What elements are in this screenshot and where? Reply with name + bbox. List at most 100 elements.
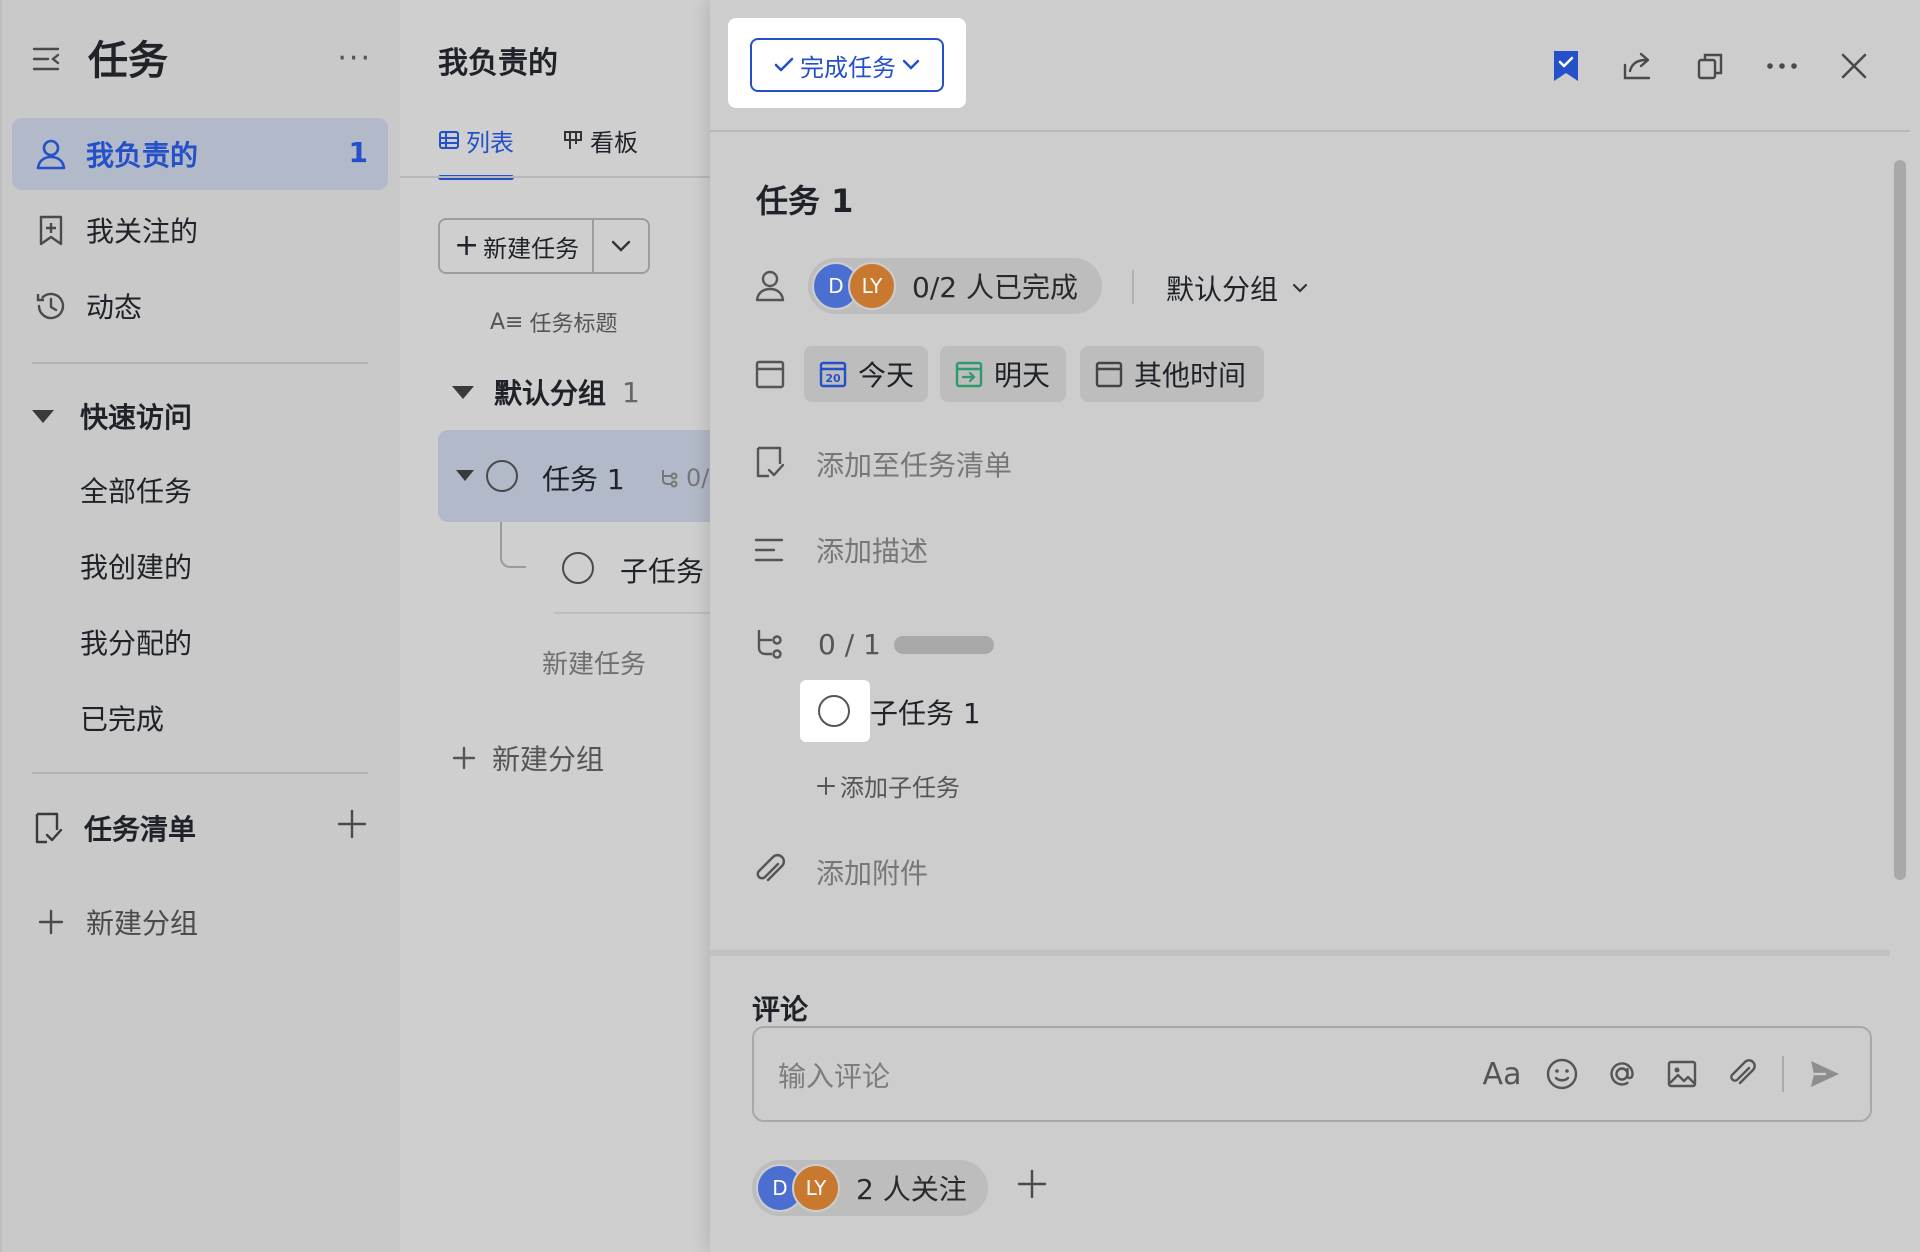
subtask-checkbox-highlight (800, 680, 870, 742)
sidebar-item-activity[interactable]: 动态 (12, 270, 388, 342)
divider (1132, 270, 1134, 304)
date-other-chip[interactable]: 其他时间 (1080, 346, 1264, 402)
person-icon (752, 268, 788, 304)
task-checkbox[interactable] (486, 460, 518, 492)
followers-pill[interactable]: D LY 2 人关注 (752, 1160, 988, 1216)
date-label: 其他时间 (1134, 359, 1247, 392)
more-icon[interactable]: ··· (337, 44, 372, 74)
quick-access-created[interactable]: 我创建的 (80, 546, 192, 586)
expand-subtasks-icon[interactable] (456, 470, 474, 481)
collapse-triangle-icon (452, 385, 474, 399)
group-select[interactable]: 默认分组 (1166, 268, 1308, 308)
divider (32, 772, 368, 774)
add-to-task-list[interactable]: 添加至任务清单 (816, 444, 1012, 484)
task-row[interactable]: 任务 1 0/ (438, 430, 710, 522)
subtask-checkbox[interactable] (818, 695, 850, 727)
add-subtask-button[interactable]: 添加子任务 (816, 768, 960, 803)
comments-label: 评论 (752, 993, 809, 1026)
subtask-progress-bar (894, 636, 994, 654)
assignee-status: 0/2 人已完成 (912, 271, 1078, 304)
new-task-button[interactable]: + 新建任务 (438, 218, 650, 274)
new-group-button[interactable]: 新建分组 (38, 902, 198, 942)
add-follower-icon[interactable] (1016, 1168, 1048, 1200)
emoji-icon[interactable] (1542, 1054, 1582, 1094)
tab-board[interactable]: 看板 (562, 120, 638, 160)
tab-list[interactable]: 列表 (438, 120, 514, 180)
comment-box: Aa (752, 1026, 1872, 1122)
new-task-main[interactable]: + 新建任务 (440, 220, 594, 272)
sidebar-item-label: 我关注的 (86, 215, 199, 248)
quick-access-all-tasks[interactable]: 全部任务 (80, 470, 192, 510)
bookmark-add-icon (34, 213, 68, 247)
new-group-button[interactable]: 新建分组 (452, 738, 604, 778)
subtask-count: 0/ (660, 464, 709, 492)
task-list-icon (32, 811, 64, 845)
plus-icon (452, 746, 476, 770)
more-icon[interactable] (1762, 46, 1802, 86)
new-group-label: 新建分组 (492, 743, 605, 776)
new-group-label: 新建分组 (86, 907, 199, 940)
app-title: 任务 (88, 38, 168, 84)
group-name: 默认分组 (494, 377, 607, 410)
complete-task-label: 完成任务 (800, 53, 896, 82)
plus-icon (38, 909, 64, 935)
group-count: 1 (622, 375, 640, 409)
view-tabs: 列表 看板 (438, 120, 686, 180)
divider (554, 612, 710, 614)
sidebar-item-following[interactable]: 我关注的 (12, 194, 388, 266)
copy-icon[interactable] (1690, 46, 1730, 86)
avatar: LY (848, 262, 896, 310)
sidebar-item-label: 我负责的 (86, 139, 199, 172)
collapse-sidebar-icon[interactable] (32, 46, 62, 72)
text-format-icon[interactable]: Aa (1482, 1054, 1522, 1094)
date-tomorrow-chip[interactable]: 明天 (940, 346, 1066, 402)
attachment-icon[interactable] (1722, 1054, 1762, 1094)
divider (710, 130, 1910, 132)
quick-access-header[interactable]: 快速访问 (32, 396, 192, 436)
add-subtask-label: 添加子任务 (840, 774, 960, 802)
sidebar-item-my-responsible[interactable]: 我负责的 1 (12, 118, 388, 190)
share-icon[interactable] (1618, 46, 1658, 86)
send-icon[interactable] (1804, 1054, 1844, 1094)
divider (400, 176, 710, 178)
inline-new-task[interactable]: 新建任务 (542, 644, 646, 681)
sidebar-item-label: 动态 (86, 291, 143, 324)
subtask-name[interactable]: 子任务 1 (870, 692, 981, 732)
subtask-checkbox[interactable] (562, 552, 594, 584)
check-icon (774, 57, 794, 72)
subtask-progress: 0/ (686, 464, 710, 492)
quick-access-assigned[interactable]: 我分配的 (80, 622, 192, 662)
calendar-other-icon (1095, 361, 1123, 388)
column-header-title[interactable]: A≡ 任务标题 (490, 306, 618, 338)
image-icon[interactable] (1662, 1054, 1702, 1094)
add-task-list-icon[interactable] (336, 808, 368, 840)
assignee-selector[interactable]: D LY 0/2 人已完成 (808, 258, 1102, 314)
list-title: 我负责的 (438, 46, 558, 81)
complete-task-button[interactable]: 完成任务 (750, 38, 944, 92)
close-icon[interactable] (1834, 46, 1874, 86)
group-header[interactable]: 默认分组 1 (452, 372, 640, 412)
add-attachment[interactable]: 添加附件 (816, 852, 928, 892)
scrollbar[interactable] (1894, 160, 1906, 880)
task-lists-header[interactable]: 任务清单 (32, 806, 368, 850)
comment-input[interactable] (778, 1056, 1378, 1096)
task-title[interactable]: 任务 1 (756, 176, 853, 222)
divider (1782, 1056, 1784, 1092)
count-badge: 1 (348, 136, 368, 169)
avatar: LY (792, 1164, 840, 1212)
history-icon (34, 289, 68, 323)
bookmark-check-icon[interactable] (1546, 46, 1586, 86)
new-task-label: 新建任务 (483, 234, 580, 263)
tab-label: 看板 (590, 128, 638, 157)
attachment-icon (752, 852, 788, 888)
quick-access-completed[interactable]: 已完成 (80, 698, 164, 738)
comment-toolbar: Aa (1462, 1054, 1844, 1094)
subtask-progress-label: 0 / 1 (818, 628, 881, 661)
chevron-down-icon (611, 240, 631, 252)
sidebar: 任务 ··· 我负责的 1 我关注的 动态 快速访问 全部任务 我创建的 我分配… (0, 0, 400, 1252)
add-description[interactable]: 添加描述 (816, 530, 928, 570)
mention-icon[interactable] (1602, 1054, 1642, 1094)
date-today-chip[interactable]: 20 今天 (804, 346, 928, 402)
new-task-dropdown[interactable] (594, 240, 648, 252)
plus-icon (817, 776, 835, 795)
